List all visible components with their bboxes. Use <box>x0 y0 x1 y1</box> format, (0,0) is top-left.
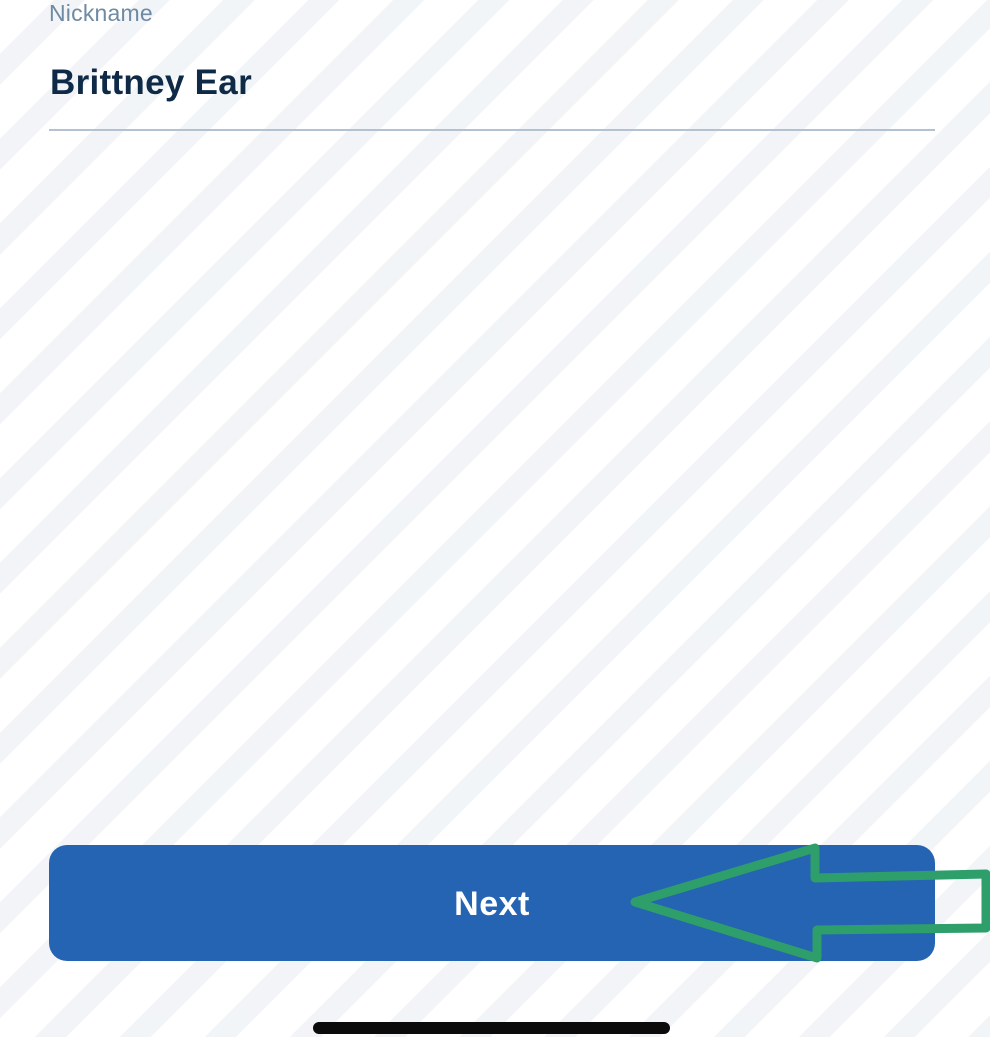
nickname-label: Nickname <box>49 0 153 26</box>
nickname-field[interactable]: Nickname Brittney Ear <box>49 0 935 132</box>
next-button-label: Next <box>454 884 530 923</box>
nickname-value[interactable]: Brittney Ear <box>50 62 252 104</box>
home-indicator <box>313 1022 670 1034</box>
nickname-underline <box>49 129 935 131</box>
next-button[interactable]: Next <box>49 845 935 961</box>
screen: Nickname Brittney Ear Next <box>0 0 990 1037</box>
